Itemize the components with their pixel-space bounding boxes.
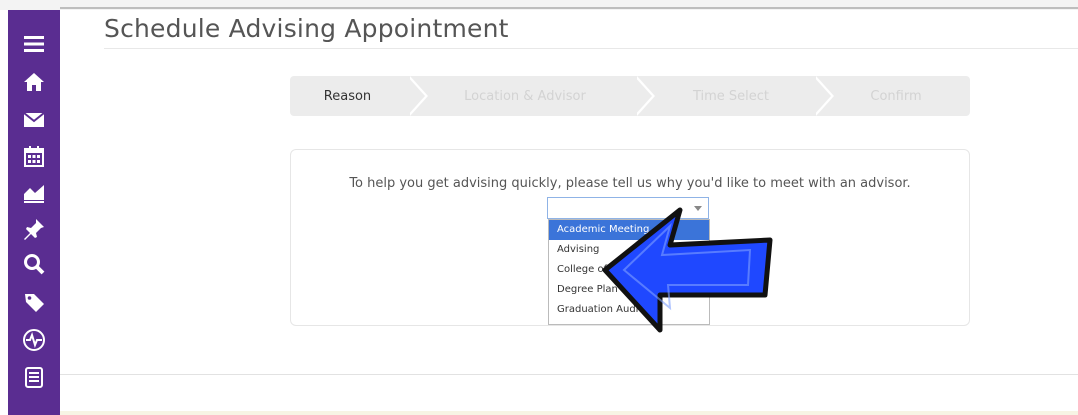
step-confirm: Confirm xyxy=(870,88,922,104)
heartbeat-icon[interactable] xyxy=(20,326,48,354)
title-divider xyxy=(104,48,1078,49)
home-icon[interactable] xyxy=(20,68,48,96)
tag-icon[interactable] xyxy=(20,288,48,316)
mail-icon[interactable] xyxy=(20,106,48,134)
step-separator xyxy=(813,76,831,116)
step-reason[interactable]: Reason xyxy=(290,76,405,116)
reason-prompt: To help you get advising quickly, please… xyxy=(349,176,911,191)
pointer-arrow-annotation xyxy=(602,207,773,333)
step-time-select: Time Select xyxy=(692,88,770,104)
top-bar-border xyxy=(60,7,1078,9)
pin-icon[interactable] xyxy=(20,215,48,243)
step-separator xyxy=(407,76,425,116)
calendar-icon[interactable] xyxy=(20,142,48,170)
content-bottom-divider xyxy=(60,374,1078,375)
search-icon[interactable] xyxy=(20,250,48,278)
menu-icon[interactable] xyxy=(20,30,48,58)
sidebar xyxy=(8,10,60,415)
step-separator xyxy=(634,76,652,116)
notes-icon[interactable] xyxy=(20,363,48,391)
page-title: Schedule Advising Appointment xyxy=(104,14,509,43)
step-progress: Reason Location & Advisor Time Select Co… xyxy=(290,76,970,116)
chart-icon[interactable] xyxy=(20,178,48,206)
footer-strip xyxy=(60,411,1078,415)
step-location-advisor: Location & Advisor xyxy=(464,88,586,104)
